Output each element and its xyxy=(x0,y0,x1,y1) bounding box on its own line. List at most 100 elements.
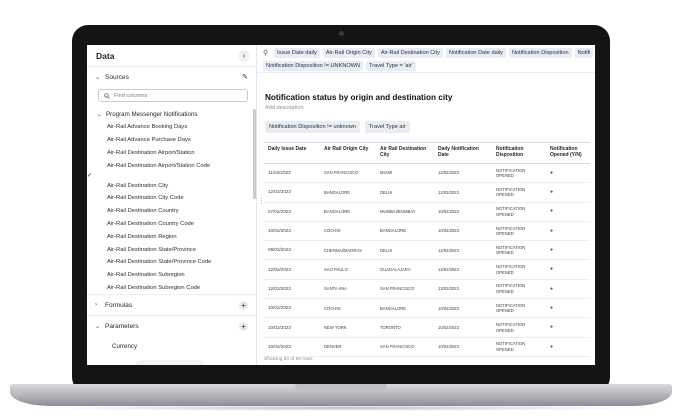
table-cell: ● xyxy=(546,182,590,203)
table-cell: NOTIFICATION OPENED xyxy=(492,182,546,203)
column-header[interactable]: Air Rail Origin City xyxy=(320,142,376,164)
table-cell: 11/02/2023 xyxy=(264,163,320,184)
table-cell: 12/02/2023 xyxy=(434,259,492,280)
filter-bar-chip[interactable]: Notification Date daily xyxy=(445,48,506,58)
table-cell: 12/02/2023 xyxy=(434,240,492,261)
folder-label: Program Messenger Notifications xyxy=(106,111,198,118)
table-body: 11/02/2023 SAN FRANCISCO MIAMI 12/02/2023 NO… xyxy=(264,163,590,357)
column-header[interactable]: Notification Opened (Y/N) xyxy=(546,142,590,164)
table-cell: 10/02/2023 xyxy=(264,337,320,357)
table-row[interactable]: 12/02/2023 SANTA ANA SAN FRANCISCO 13/02/20… xyxy=(264,279,590,300)
table-cell: 12/02/2023 xyxy=(434,163,492,184)
report-filter-chips: Notification Disposition != unknown Trave… xyxy=(265,121,595,133)
filter-bar-chip[interactable]: Issue Date daily xyxy=(274,48,320,58)
field-item[interactable]: Air-Rail Destination State/Province xyxy=(87,243,256,256)
table-row[interactable]: 07/02/2023 BANGALORE MUMBAI/BOMBAY 10/02/20… xyxy=(264,202,590,222)
table-row[interactable]: 12/02/2023 SAO PAULO GUADALAJARA 12/02/2023… xyxy=(264,259,590,280)
column-header[interactable]: Daily Issue Date xyxy=(264,142,320,164)
sources-section-header[interactable]: ⌄ Sources ✎ xyxy=(87,67,256,87)
collapse-panel-button[interactable]: ‹ xyxy=(238,49,250,62)
table-row[interactable]: 09/02/2023 CHENNAI/MADRAS DELHI 12/02/2023 N… xyxy=(264,240,590,261)
table-row[interactable]: 12/02/2023 BANGALORE DELHI 12/02/2023 NOTIFI… xyxy=(264,182,590,203)
table-cell: ● xyxy=(546,317,590,338)
find-columns-search[interactable] xyxy=(98,89,248,102)
table-cell: 13/02/2023 xyxy=(434,279,492,300)
field-item[interactable]: Air-Rail Destination Airport/Station xyxy=(87,147,256,160)
search-icon[interactable]: ⚲ xyxy=(263,49,271,57)
add-formula-button[interactable]: + xyxy=(239,300,248,310)
table-row[interactable]: 10/02/2023 DENVER SAN FRANCISCO 10/02/2023 N… xyxy=(264,337,590,357)
search-icon xyxy=(104,92,110,99)
table-cell: MUMBAI/BOMBAY xyxy=(376,202,434,222)
table-cell: ● xyxy=(546,298,590,319)
table-cell: SAN FRANCISCO xyxy=(376,337,434,357)
column-header[interactable]: Air Rail Destination City xyxy=(376,142,434,164)
field-item[interactable]: Air-Rail Destination Country xyxy=(87,205,256,218)
table-cell: ● xyxy=(546,259,590,280)
field-list: Air-Rail Advance Booking Days Air-Rail Ad… xyxy=(87,121,256,294)
table-cell: SAN FRANCISCO xyxy=(376,279,434,300)
table-cell: COCHIN xyxy=(320,221,376,242)
report-filter-chip[interactable]: Travel Type air xyxy=(364,121,410,133)
table-cell: NOTIFICATION OPENED xyxy=(492,221,546,242)
table-cell: 10/02/2023 xyxy=(264,221,320,242)
data-panel: Data ‹ ⌄ Sources ✎ ⌄ Program Messenger N… xyxy=(87,45,257,365)
field-item[interactable]: Air-Rail Advance Purchase Days xyxy=(87,134,256,147)
table-header-row: Daily Issue Date Air Rail Origin City Air … xyxy=(264,142,590,164)
find-columns-input[interactable] xyxy=(114,92,234,99)
column-header[interactable]: Daily Notification Date xyxy=(434,142,492,164)
table-cell: 09/02/2023 xyxy=(264,240,320,261)
chevron-down-icon: ⌄ xyxy=(95,74,101,81)
laptop-notch xyxy=(295,384,387,391)
table-cell: ● xyxy=(546,221,590,242)
formulas-label: Formulas xyxy=(105,301,133,309)
table-row[interactable]: 10/02/2023 COCHIN BANGALORE 10/02/2023 NOTIF… xyxy=(264,298,590,319)
table-cell: BANGALORE xyxy=(320,202,376,222)
data-panel-header: Data ‹ xyxy=(87,45,256,67)
table-row[interactable]: 10/02/2023 NEW YORK TORONTO 10/02/2023 NOTIF… xyxy=(264,317,590,338)
field-item[interactable]: Air-Rail Advance Booking Days xyxy=(87,121,256,134)
filter-bar-chip[interactable]: Notification Disposition != UNKNOWN xyxy=(263,61,364,71)
field-item[interactable]: Air-Rail Destination Airport/Station Cod… xyxy=(87,159,256,172)
table-cell: 12/02/2023 xyxy=(264,279,320,300)
field-item[interactable]: Air-Rail Destination City xyxy=(87,179,256,192)
field-label: Air-Rail Destination Country Code xyxy=(107,220,194,227)
table-cell: NEW YORK xyxy=(320,317,376,338)
chevron-down-icon: ⌄ xyxy=(97,111,102,118)
field-list-scrollbar[interactable] xyxy=(253,109,256,199)
report-title[interactable]: Notification status by origin and destin… xyxy=(265,93,595,102)
filter-bar-chip[interactable]: Air-Rail Origin City xyxy=(322,48,375,58)
report-description[interactable]: Add description xyxy=(265,105,595,111)
filter-bar-chip[interactable]: Travel Type = 'air' xyxy=(366,61,416,71)
report-area: ⚲ Issue Date daily Air-Rail Origin City Ai… xyxy=(257,45,595,365)
filter-bar-chip[interactable]: Notification Disposition xyxy=(508,48,572,58)
field-item[interactable]: Air-Rail Destination Subregion xyxy=(87,269,256,282)
table-cell: BANGALORE xyxy=(376,221,434,242)
table-cell: DELHI xyxy=(376,182,434,203)
parameters-label: Parameters xyxy=(105,322,139,330)
table-cell: 12/02/2023 xyxy=(264,259,320,280)
table-cell: ● xyxy=(546,279,590,300)
field-label: Air-Rail Destination Airport/Station xyxy=(107,149,195,156)
field-item[interactable]: Air-Rail Destination Subregion Code xyxy=(87,282,256,295)
table-cell: ● xyxy=(546,202,590,222)
filter-bar-chip[interactable]: Notifi xyxy=(574,48,594,58)
report-filter-chip[interactable]: Notification Disposition != unknown xyxy=(265,121,360,133)
parameters-section-header[interactable]: ⌄ Parameters + xyxy=(87,316,256,336)
field-item[interactable]: Air-Rail Destination Country Code xyxy=(87,218,256,231)
parameter-currency[interactable]: Currency xyxy=(87,336,256,356)
app-screen: Data ‹ ⌄ Sources ✎ ⌄ Program Messenger N… xyxy=(87,45,595,365)
pin-icon[interactable]: ✎ xyxy=(242,73,248,81)
field-item[interactable]: Air-Rail Destination Region xyxy=(87,230,256,243)
table-cell: ● xyxy=(546,163,590,184)
table-cell: GUADALAJARA xyxy=(376,259,434,280)
column-header[interactable]: Notification Disposition xyxy=(492,142,546,164)
field-item[interactable]: Air-Rail Destination City Code xyxy=(87,192,256,205)
table-row[interactable]: 11/02/2023 SAN FRANCISCO MIAMI 12/02/2023 NO… xyxy=(264,163,590,184)
add-parameter-button[interactable]: + xyxy=(239,321,248,331)
field-item[interactable]: Air-Rail Destination State/Province Code xyxy=(87,256,256,269)
filter-bar-chip[interactable]: Air-Rail Destination City xyxy=(377,48,443,58)
formulas-section-header[interactable]: › Formulas + xyxy=(87,295,256,315)
table-row[interactable]: 10/02/2023 COCHIN BANGALORE 10/02/2023 NOTIF… xyxy=(264,221,590,242)
folder-program-messenger-notifications[interactable]: ⌄ Program Messenger Notifications xyxy=(87,108,256,121)
